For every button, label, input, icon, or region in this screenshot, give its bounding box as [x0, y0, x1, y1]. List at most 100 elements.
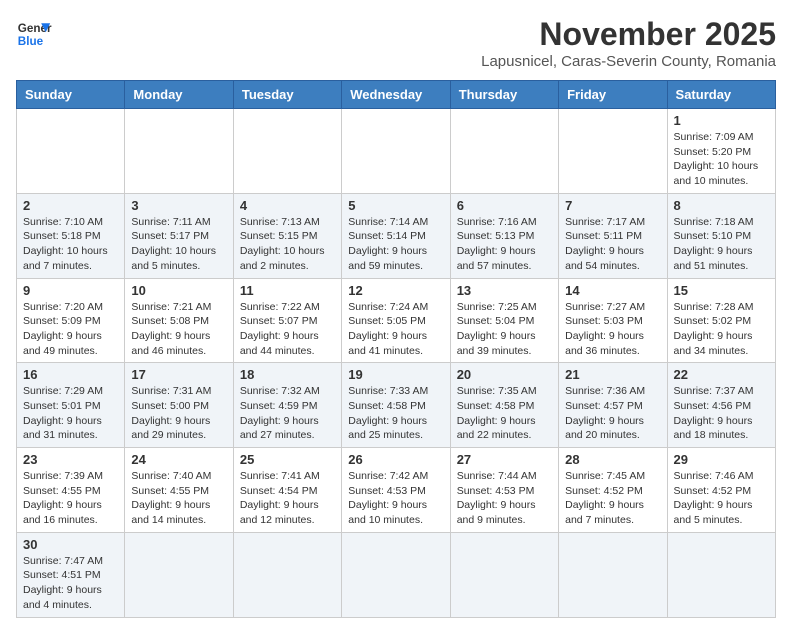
day-number: 27 [457, 452, 552, 467]
day-number: 15 [674, 283, 769, 298]
day-info: Sunrise: 7:39 AM Sunset: 4:55 PM Dayligh… [23, 469, 118, 528]
calendar-cell [17, 109, 125, 194]
day-number: 7 [565, 198, 660, 213]
calendar-cell: 27 Sunrise: 7:44 AM Sunset: 4:53 PM Dayli… [450, 448, 558, 533]
calendar-cell: 4Sunrise: 7:13 AM Sunset: 5:15 PM Daylig… [233, 193, 341, 278]
day-number: 25 [240, 452, 335, 467]
calendar-cell: 10Sunrise: 7:21 AM Sunset: 5:08 PM Dayli… [125, 278, 233, 363]
day-info: Sunrise: 7:11 AM Sunset: 5:17 PM Dayligh… [131, 215, 226, 274]
calendar-cell: 17 Sunrise: 7:31 AM Sunset: 5:00 PM Dayli… [125, 363, 233, 448]
day-info: Sunrise: 7:31 AM Sunset: 5:00 PM Dayligh… [131, 384, 226, 443]
day-info: Sunrise: 7:37 AM Sunset: 4:56 PM Dayligh… [674, 384, 769, 443]
day-number: 23 [23, 452, 118, 467]
day-info: Sunrise: 7:16 AM Sunset: 5:13 PM Dayligh… [457, 215, 552, 274]
day-number: 12 [348, 283, 443, 298]
day-info: Sunrise: 7:22 AM Sunset: 5:07 PM Dayligh… [240, 300, 335, 359]
svg-text:Blue: Blue [18, 35, 44, 48]
calendar-cell: 25 Sunrise: 7:41 AM Sunset: 4:54 PM Dayli… [233, 448, 341, 533]
day-number: 30 [23, 537, 118, 552]
logo-icon: General Blue [16, 16, 52, 52]
day-info: Sunrise: 7:21 AM Sunset: 5:08 PM Dayligh… [131, 300, 226, 359]
day-number: 26 [348, 452, 443, 467]
day-info: Sunrise: 7:17 AM Sunset: 5:11 PM Dayligh… [565, 215, 660, 274]
day-number: 8 [674, 198, 769, 213]
day-info: Sunrise: 7:44 AM Sunset: 4:53 PM Dayligh… [457, 469, 552, 528]
calendar-cell: 8 Sunrise: 7:18 AM Sunset: 5:10 PM Daylig… [667, 193, 775, 278]
day-info: Sunrise: 7:35 AM Sunset: 4:58 PM Dayligh… [457, 384, 552, 443]
calendar-cell [559, 532, 667, 617]
location-title: Lapusnicel, Caras-Severin County, Romani… [481, 53, 776, 70]
calendar-cell: 12 Sunrise: 7:24 AM Sunset: 5:05 PM Dayli… [342, 278, 450, 363]
day-info: Sunrise: 7:24 AM Sunset: 5:05 PM Dayligh… [348, 300, 443, 359]
calendar-cell: 13Sunrise: 7:25 AM Sunset: 5:04 PM Dayli… [450, 278, 558, 363]
day-number: 22 [674, 367, 769, 382]
day-number: 11 [240, 283, 335, 298]
calendar-cell: 15 Sunrise: 7:28 AM Sunset: 5:02 PM Dayli… [667, 278, 775, 363]
day-info: Sunrise: 7:41 AM Sunset: 4:54 PM Dayligh… [240, 469, 335, 528]
day-number: 9 [23, 283, 118, 298]
day-number: 5 [348, 198, 443, 213]
day-info: Sunrise: 7:20 AM Sunset: 5:09 PM Dayligh… [23, 300, 118, 359]
calendar-week-row: 1 Sunrise: 7:09 AM Sunset: 5:20 PM Daylig… [17, 109, 776, 194]
day-info: Sunrise: 7:45 AM Sunset: 4:52 PM Dayligh… [565, 469, 660, 528]
day-number: 17 [131, 367, 226, 382]
weekday-header-sunday: Sunday [17, 81, 125, 109]
calendar-cell: 14 Sunrise: 7:27 AM Sunset: 5:03 PM Dayli… [559, 278, 667, 363]
weekday-header-thursday: Thursday [450, 81, 558, 109]
calendar-cell: 6 Sunrise: 7:16 AM Sunset: 5:13 PM Daylig… [450, 193, 558, 278]
day-info: Sunrise: 7:46 AM Sunset: 4:52 PM Dayligh… [674, 469, 769, 528]
day-info: Sunrise: 7:36 AM Sunset: 4:57 PM Dayligh… [565, 384, 660, 443]
calendar-cell: 26Sunrise: 7:42 AM Sunset: 4:53 PM Dayli… [342, 448, 450, 533]
day-number: 28 [565, 452, 660, 467]
weekday-header-saturday: Saturday [667, 81, 775, 109]
header: General Blue November 2025 Lapusnicel, C… [16, 16, 776, 70]
calendar-cell: 3 Sunrise: 7:11 AM Sunset: 5:17 PM Daylig… [125, 193, 233, 278]
calendar-cell [667, 532, 775, 617]
calendar-cell [342, 109, 450, 194]
calendar-cell: 24Sunrise: 7:40 AM Sunset: 4:55 PM Dayli… [125, 448, 233, 533]
day-number: 3 [131, 198, 226, 213]
calendar-cell: 9 Sunrise: 7:20 AM Sunset: 5:09 PM Daylig… [17, 278, 125, 363]
weekday-header-wednesday: Wednesday [342, 81, 450, 109]
calendar-cell: 19 Sunrise: 7:33 AM Sunset: 4:58 PM Dayli… [342, 363, 450, 448]
title-area: November 2025 Lapusnicel, Caras-Severin … [481, 16, 776, 70]
day-info: Sunrise: 7:29 AM Sunset: 5:01 PM Dayligh… [23, 384, 118, 443]
day-info: Sunrise: 7:27 AM Sunset: 5:03 PM Dayligh… [565, 300, 660, 359]
day-number: 14 [565, 283, 660, 298]
weekday-header-monday: Monday [125, 81, 233, 109]
calendar-week-row: 9 Sunrise: 7:20 AM Sunset: 5:09 PM Daylig… [17, 278, 776, 363]
day-info: Sunrise: 7:33 AM Sunset: 4:58 PM Dayligh… [348, 384, 443, 443]
day-info: Sunrise: 7:14 AM Sunset: 5:14 PM Dayligh… [348, 215, 443, 274]
day-number: 29 [674, 452, 769, 467]
day-number: 18 [240, 367, 335, 382]
day-number: 21 [565, 367, 660, 382]
calendar-cell: 11 Sunrise: 7:22 AM Sunset: 5:07 PM Dayli… [233, 278, 341, 363]
day-number: 20 [457, 367, 552, 382]
day-number: 6 [457, 198, 552, 213]
day-info: Sunrise: 7:28 AM Sunset: 5:02 PM Dayligh… [674, 300, 769, 359]
day-info: Sunrise: 7:47 AM Sunset: 4:51 PM Dayligh… [23, 554, 118, 613]
calendar-cell [342, 532, 450, 617]
day-number: 2 [23, 198, 118, 213]
calendar-week-row: 23 Sunrise: 7:39 AM Sunset: 4:55 PM Dayli… [17, 448, 776, 533]
calendar-cell: 1 Sunrise: 7:09 AM Sunset: 5:20 PM Daylig… [667, 109, 775, 194]
day-number: 24 [131, 452, 226, 467]
day-number: 1 [674, 113, 769, 128]
month-title: November 2025 [481, 16, 776, 53]
weekday-header-friday: Friday [559, 81, 667, 109]
calendar-cell: 7 Sunrise: 7:17 AM Sunset: 5:11 PM Daylig… [559, 193, 667, 278]
calendar-week-row: 2Sunrise: 7:10 AM Sunset: 5:18 PM Daylig… [17, 193, 776, 278]
day-info: Sunrise: 7:09 AM Sunset: 5:20 PM Dayligh… [674, 130, 769, 189]
day-number: 19 [348, 367, 443, 382]
weekday-header-tuesday: Tuesday [233, 81, 341, 109]
calendar-cell: 2Sunrise: 7:10 AM Sunset: 5:18 PM Daylig… [17, 193, 125, 278]
calendar-cell: 5 Sunrise: 7:14 AM Sunset: 5:14 PM Daylig… [342, 193, 450, 278]
weekday-header-row: SundayMondayTuesdayWednesdayThursdayFrid… [17, 81, 776, 109]
day-info: Sunrise: 7:18 AM Sunset: 5:10 PM Dayligh… [674, 215, 769, 274]
calendar-cell: 29 Sunrise: 7:46 AM Sunset: 4:52 PM Dayli… [667, 448, 775, 533]
calendar-cell: 30 Sunrise: 7:47 AM Sunset: 4:51 PM Dayli… [17, 532, 125, 617]
calendar-cell: 23 Sunrise: 7:39 AM Sunset: 4:55 PM Dayli… [17, 448, 125, 533]
day-number: 16 [23, 367, 118, 382]
calendar-cell: 28 Sunrise: 7:45 AM Sunset: 4:52 PM Dayli… [559, 448, 667, 533]
day-info: Sunrise: 7:25 AM Sunset: 5:04 PM Dayligh… [457, 300, 552, 359]
